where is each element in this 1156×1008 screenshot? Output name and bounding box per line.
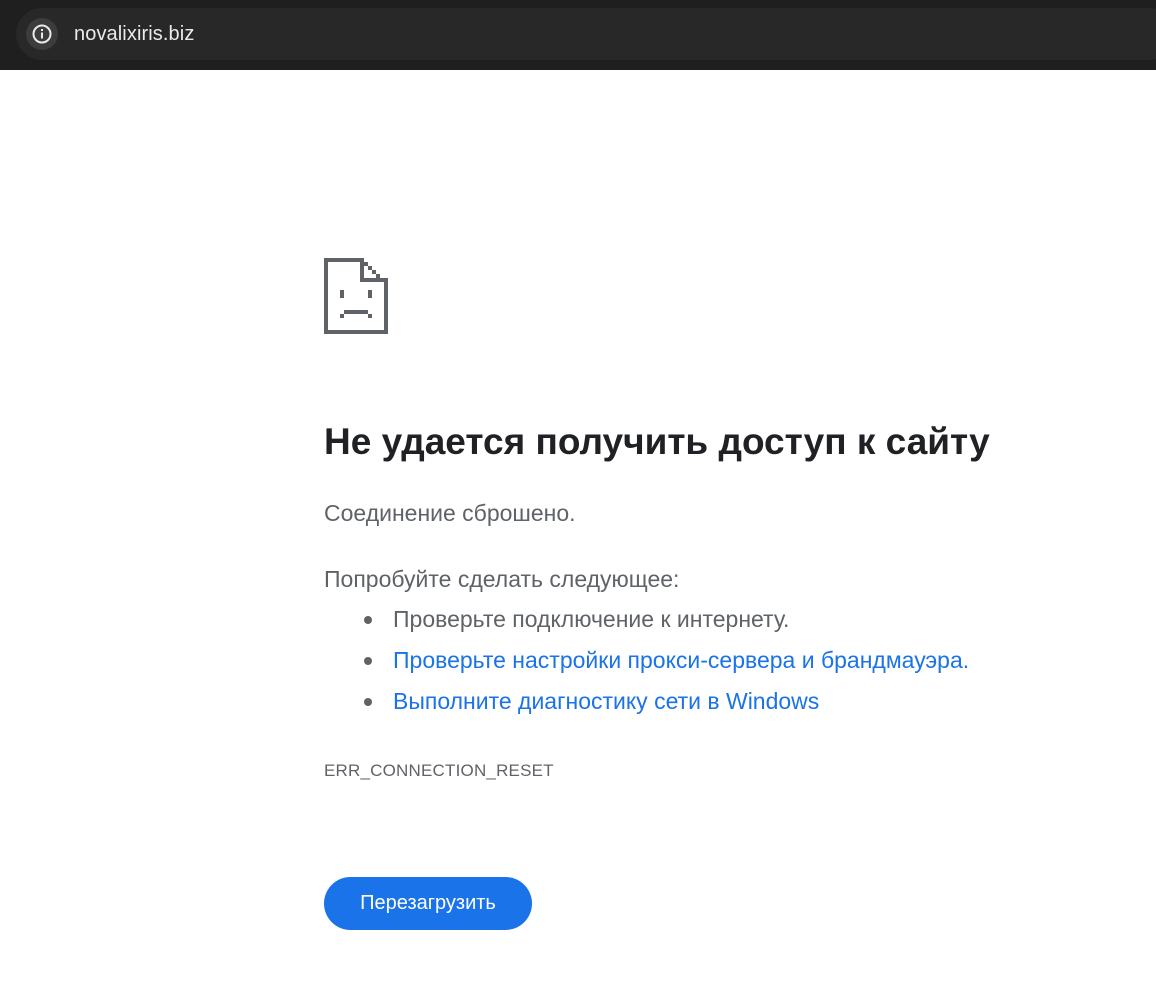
- url-text[interactable]: novalixiris.biz: [74, 21, 194, 47]
- proxy-firewall-link[interactable]: Проверьте настройки прокси-сервера и бра…: [393, 647, 969, 673]
- error-summary: Соединение сброшено.: [324, 500, 576, 526]
- error-code: ERR_CONNECTION_RESET: [324, 761, 554, 780]
- reload-button[interactable]: Перезагрузить: [324, 877, 532, 930]
- suggestions-list: Проверьте подключение к интернету. Прове…: [324, 604, 969, 727]
- suggestion-check-proxy-firewall: Проверьте настройки прокси-сервера и бра…: [324, 645, 969, 686]
- suggestion-check-connection: Проверьте подключение к интернету.: [324, 604, 969, 645]
- network-diagnostics-link[interactable]: Выполните диагностику сети в Windows: [393, 688, 819, 714]
- browser-toolbar: novalixiris.biz: [0, 0, 1156, 70]
- suggestions-title: Попробуйте сделать следующее:: [324, 566, 680, 592]
- suggestion-network-diagnostics: Выполните диагностику сети в Windows: [324, 686, 969, 727]
- sad-document-icon: [324, 258, 388, 334]
- suggestion-text: Проверьте подключение к интернету.: [393, 606, 790, 632]
- info-icon[interactable]: [26, 18, 58, 50]
- error-heading: Не удается получить доступ к сайту: [324, 421, 990, 462]
